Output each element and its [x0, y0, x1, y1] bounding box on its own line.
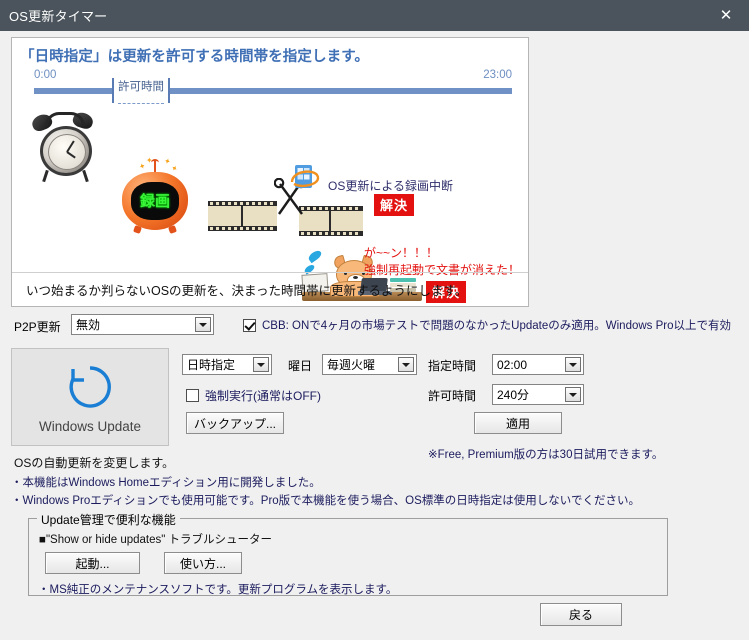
timeline-end-label: 23:00 [483, 69, 512, 81]
schedule-mode-value: 日時指定 [187, 358, 236, 372]
timeline-segment-label: 許可時間 [118, 81, 164, 93]
apply-button[interactable]: 適用 [474, 412, 562, 434]
backup-button[interactable]: バックアップ... [186, 412, 284, 434]
film-strip-left [208, 201, 277, 231]
illustration-panel: 「日時指定」は更新を許可する時間帯を指定します。 0:00 23:00 許可時間… [11, 37, 529, 307]
timeline: 0:00 23:00 許可時間 [34, 69, 512, 104]
time-label: 指定時間 [428, 359, 477, 373]
launch-button[interactable]: 起動... [45, 552, 140, 574]
title-bar: OS更新タイマー ✕ [0, 0, 749, 31]
solved-badge-1: 解決 [374, 194, 415, 216]
shock-line-1: が~~ン！！！ [364, 246, 439, 260]
chevron-down-icon[interactable] [195, 317, 211, 332]
windows-update-tile[interactable]: Windows Update [11, 348, 169, 446]
tv-recording-icon: ✦ ✦ ✦ ✦ 録画 [122, 156, 192, 234]
tv-recording-label: 録画 [139, 193, 170, 210]
weekday-label: 曜日 [288, 359, 313, 373]
chevron-down-icon[interactable] [565, 387, 581, 402]
description-line-2: ・本機能はWindows Homeエディション用に開発しました。 [11, 477, 321, 489]
troubleshooter-item: ■"Show or hide updates" トラブルシューター [39, 534, 273, 546]
force-execute-row[interactable]: 強制実行(通常はOFF) [186, 387, 321, 404]
groupbox-caption: Update管理で便利な機能 [37, 511, 180, 528]
p2p-update-select[interactable]: 無効 [71, 314, 214, 335]
film-strip-right [299, 206, 363, 236]
time-value: 02:00 [497, 357, 528, 372]
weekday-value: 毎週火曜 [327, 358, 376, 372]
groupbox-note: ・MS純正のメンテナンスソフトです。更新プログラムを表示します。 [38, 584, 398, 596]
chevron-down-icon[interactable] [398, 357, 414, 372]
schedule-mode-select[interactable]: 日時指定 [182, 354, 272, 375]
back-button[interactable]: 戻る [540, 603, 622, 626]
alarm-clock-icon [26, 110, 108, 183]
cbb-label: CBB: ONで4ヶ月の市場テストで問題のなかったUpdateのみ適用。Wind… [262, 320, 732, 332]
windows-update-label: Windows Update [38, 418, 142, 434]
timeline-allowed-segment: 許可時間 [112, 78, 170, 104]
howto-button[interactable]: 使い方... [164, 552, 242, 574]
app-window: OS更新タイマー ✕ 「日時指定」は更新を許可する時間帯を指定します。 0:00… [0, 0, 749, 640]
duration-select[interactable]: 240分 [492, 384, 584, 405]
close-icon[interactable]: ✕ [703, 0, 749, 31]
illustration-heading: 「日時指定」は更新を許可する時間帯を指定します。 [20, 49, 369, 65]
interrupt-annotation: OS更新による録画中断 [328, 179, 453, 193]
illustration-footer: いつ始まるか判らないOSの更新を、決まった時間帯に更新するようにします。 [12, 272, 528, 306]
duration-value: 240分 [497, 388, 530, 402]
chevron-down-icon[interactable] [253, 357, 269, 372]
force-execute-checkbox[interactable] [186, 389, 199, 402]
cbb-checkbox-row[interactable]: CBB: ONで4ヶ月の市場テストで問題のなかったUpdateのみ適用。Wind… [243, 317, 731, 333]
force-execute-label: 強制実行(通常はOFF) [205, 389, 321, 403]
description-line-3: ・Windows Proエディションでも使用可能です。Pro版で本機能を使う場合… [11, 495, 640, 507]
weekday-select[interactable]: 毎週火曜 [322, 354, 417, 375]
description-line-1: OSの自動更新を変更します。 [14, 456, 175, 470]
timeline-start-label: 0:00 [34, 69, 57, 81]
p2p-update-value: 無効 [76, 318, 101, 332]
chevron-down-icon[interactable] [565, 357, 581, 372]
refresh-circle-icon [69, 365, 111, 408]
timeline-bar [34, 88, 512, 94]
time-select[interactable]: 02:00 [492, 354, 584, 375]
window-title: OS更新タイマー [9, 9, 108, 24]
duration-label: 許可時間 [428, 389, 477, 403]
cbb-checkbox[interactable] [243, 318, 256, 332]
p2p-label: P2P更新 [14, 320, 61, 334]
trial-note: ※Free, Premium版の方は30日試用できます。 [428, 449, 664, 461]
windows-update-badge-icon [290, 165, 320, 188]
